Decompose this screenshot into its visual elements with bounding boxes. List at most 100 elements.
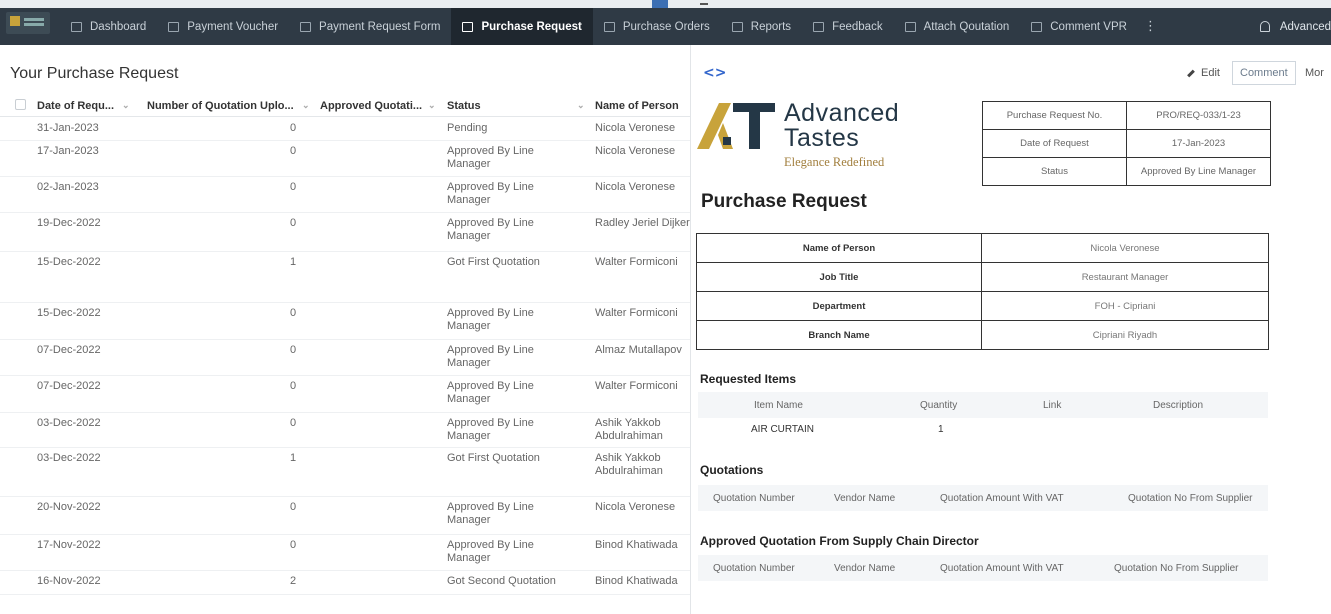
cell-quotation-count: 0 [290,307,297,319]
nav-attach-quotation[interactable]: Attach Qoutation [894,8,1021,45]
select-all-checkbox[interactable] [15,99,26,110]
cell-status: Approved By Line Manager [447,380,534,405]
more-button[interactable]: Mor [1299,61,1330,85]
item-quantity: 1 [938,424,944,435]
cell-date: 07-Dec-2022 [37,380,101,392]
cell-status: Approved By Line Manager [447,344,534,369]
nav-label: Attach Qoutation [923,20,1010,33]
nav-payment-request-form[interactable]: Payment Request Form [289,8,451,45]
nav-dashboard[interactable]: Dashboard [60,8,157,45]
cell-status: Approved By Line Manager [447,501,534,526]
requested-item-row: AIR CURTAIN 1 [698,419,1268,443]
cell-person: Radley Jeriel Dijker [595,217,690,229]
expand-toggle-icon[interactable]: <> [703,65,726,81]
cell-quotation-count: 0 [290,501,297,513]
info-value: 17-Jan-2023 [1126,129,1271,158]
table-row[interactable]: 02-Jan-2023 0 Approved By Line Manager Nico… [0,177,690,213]
table-row[interactable]: 03-Dec-2022 0 Approved By Line Manager Ashi… [0,413,690,448]
request-info-table: Purchase Request No. PRO/REQ-033/1-23 Dat… [982,101,1271,186]
cell-status: Pending [447,122,488,134]
info-value: PRO/REQ-033/1-23 [1126,101,1271,130]
person-key: Name of Person [696,233,982,263]
cell-quotation-count: 0 [290,181,297,193]
monitor-icon [71,21,82,32]
cell-date: 02-Jan-2023 [37,181,99,193]
sort-icon[interactable]: ⌄ [122,100,130,111]
cell-quotation-count: 1 [290,452,297,464]
cell-quotation-count: 2 [290,575,297,587]
cell-person: Ashik Yakkob Abdulrahiman [595,452,663,477]
cell-person: Almaz Mutallapov [595,344,682,356]
col-description: Description [1153,400,1204,411]
cell-date: 16-Nov-2022 [37,575,101,587]
table-row[interactable]: 17-Jan-2023 0 Approved By Line Manager Nico… [0,141,690,177]
cell-quotation-count: 0 [290,539,297,551]
cell-date: 15-Dec-2022 [37,256,101,268]
col-person[interactable]: Name of Person [595,100,679,112]
sort-icon[interactable]: ⌄ [577,100,585,111]
table-row[interactable]: 07-Dec-2022 0 Approved By Line Manager Alma… [0,340,690,376]
col-vendor-name: Vendor Name [834,493,896,504]
col-date[interactable]: Date of Requ... [37,100,114,112]
nav-more-icon[interactable]: ⋮ [1138,8,1163,45]
table-row[interactable]: 03-Dec-2022 1 Got First Quotation Ashik Yak… [0,448,690,497]
col-status[interactable]: Status [447,100,481,112]
approved-quotation-heading: Approved Quotation From Supply Chain Dir… [700,534,979,548]
col-num-quotations[interactable]: Number of Quotation Uplo... [147,100,294,112]
col-link: Link [1043,400,1062,411]
table-row[interactable]: 31-Jan-2023 0 Pending Nicola Veronese [0,118,690,141]
cell-date: 03-Dec-2022 [37,452,101,464]
nav-label: Comment VPR [1050,20,1127,33]
cell-status: Approved By Line Manager [447,307,534,332]
quotations-header: Quotation Number Vendor Name Quotation A… [698,485,1268,511]
info-value: Approved By Line Manager [1126,157,1271,186]
cell-date: 17-Nov-2022 [37,539,101,551]
table-row[interactable]: 15-Dec-2022 0 Approved By Line Manager Walt… [0,303,690,340]
person-value: Cipriani Riyadh [981,320,1269,350]
cell-status: Got First Quotation [447,452,540,464]
col-quotation-amount: Quotation Amount With VAT [940,563,1064,574]
browser-strip [0,0,1331,8]
user-name[interactable]: Advanced [1280,21,1331,33]
nav-payment-voucher[interactable]: Payment Voucher [157,8,289,45]
table-row[interactable]: 19-Dec-2022 0 Approved By Line Manager Radl… [0,213,690,252]
strip-dash [700,3,708,5]
nav-label: Purchase Request [481,20,582,33]
sort-icon[interactable]: ⌄ [302,100,310,111]
table-row[interactable]: 16-Nov-2022 2 Got Second Quotation Binod Kh… [0,571,690,595]
nav-label: Reports [750,20,792,33]
cell-quotation-count: 1 [290,256,297,268]
table-icon [731,21,743,32]
nav-reports[interactable]: Reports [721,8,802,45]
table-row[interactable]: 15-Dec-2022 1 Got First Quotation Walter Fo… [0,252,690,303]
quotations-heading: Quotations [700,463,764,477]
item-name: AIR CURTAIN [751,424,814,435]
nav-feedback[interactable]: Feedback [802,8,894,45]
bell-icon[interactable] [1259,21,1270,32]
col-supplier-quotation-no: Quotation No From Supplier [1128,493,1253,504]
info-key: Date of Request [982,129,1127,158]
table-row[interactable]: 17-Nov-2022 0 Approved By Line Manager Bino… [0,535,690,571]
nav-purchase-request[interactable]: Purchase Request [451,8,593,45]
edit-label: Edit [1201,67,1220,79]
col-quotation-amount: Quotation Amount With VAT [940,493,1064,504]
cell-person: Nicola Veronese [595,181,676,193]
sort-icon[interactable]: ⌄ [428,100,436,111]
info-key: Purchase Request No. [982,101,1127,130]
at-logo-mark [697,103,775,149]
nav-comment-vpr[interactable]: Comment VPR [1020,8,1138,45]
comment-button[interactable]: Comment [1232,61,1296,85]
table-row[interactable]: 07-Dec-2022 0 Approved By Line Manager Walt… [0,376,690,413]
nav-purchase-orders[interactable]: Purchase Orders [593,8,721,45]
grid-header: Date of Requ... ⌄ Number of Quotation Up… [0,95,690,117]
page-title: Your Purchase Request [10,65,179,82]
app-logo[interactable] [6,12,50,34]
cell-date: 07-Dec-2022 [37,344,101,356]
cell-date: 17-Jan-2023 [37,145,99,157]
document-icon [603,21,615,32]
col-quotation-number: Quotation Number [713,563,795,574]
col-approved-quotation[interactable]: Approved Quotati... [320,100,422,112]
edit-button[interactable]: Edit [1181,61,1226,85]
table-row[interactable]: 20-Nov-2022 0 Approved By Line Manager Nico… [0,497,690,535]
company-logo: Advanced Tastes Elegance Redefined [697,97,937,177]
